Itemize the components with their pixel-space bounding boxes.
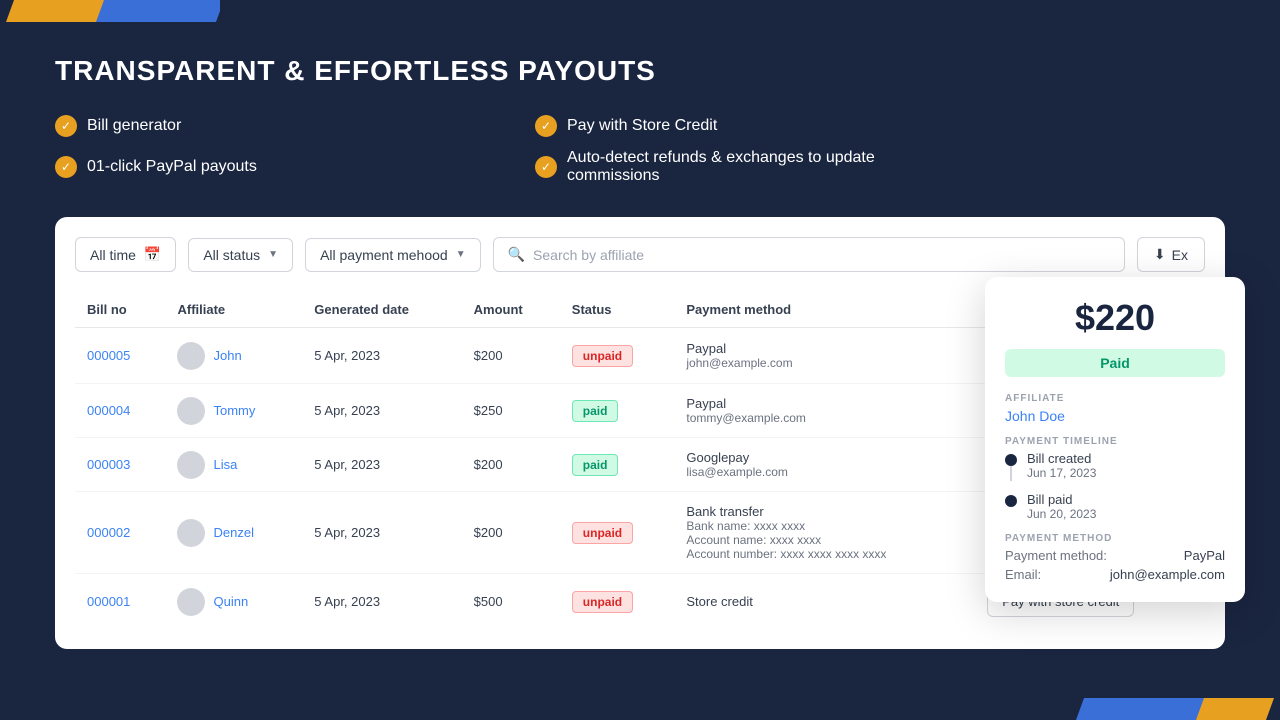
corner-decoration-bottom — [1060, 690, 1280, 720]
bill-link[interactable]: 000002 — [87, 525, 130, 540]
bill-link[interactable]: 000001 — [87, 594, 130, 609]
method-name: Paypal — [686, 396, 963, 411]
feature-paypal-payouts: ✓ 01-click PayPal payouts — [55, 149, 475, 185]
affiliate-cell: Tommy — [177, 397, 290, 425]
method-detail: john@example.com — [686, 356, 963, 370]
method-detail: lisa@example.com — [686, 465, 963, 479]
timeline-item-created: Bill created Jun 17, 2023 — [1005, 451, 1225, 492]
timeline-section-label: PAYMENT TIMELINE — [1005, 436, 1225, 447]
affiliate-section-label: AFFILIATE — [1005, 393, 1225, 404]
method-name: Store credit — [686, 594, 963, 609]
amount: $200 — [462, 438, 560, 492]
affiliate-cell: John — [177, 342, 290, 370]
detail-card: $220 Paid AFFILIATE John Doe PAYMENT TIM… — [985, 277, 1245, 602]
avatar — [177, 588, 205, 616]
payment-method-cell: Store credit — [674, 574, 975, 630]
export-button[interactable]: ⬇ Ex — [1137, 237, 1205, 272]
affiliate-name: John — [213, 348, 241, 363]
timeline-line — [1010, 466, 1012, 481]
search-wrapper: 🔍 Search by affiliate — [493, 237, 1125, 272]
payment-method-section-label: PAYMENT METHOD — [1005, 533, 1225, 544]
method-name: Bank transfer — [686, 504, 963, 519]
status-badge: unpaid — [572, 345, 633, 367]
payment-timeline: Bill created Jun 17, 2023 Bill paid Jun … — [1005, 451, 1225, 521]
search-icon: 🔍 — [508, 246, 525, 263]
feature-pay-store-credit: ✓ Pay with Store Credit — [535, 115, 955, 137]
timeline-dot-created — [1005, 454, 1017, 466]
affiliate-name: Quinn — [213, 594, 248, 609]
generated-date: 5 Apr, 2023 — [302, 574, 461, 630]
detail-status-bar: Paid — [1005, 349, 1225, 377]
method-detail: tommy@example.com — [686, 411, 963, 425]
table-card: All time 📅 All status ▼ All payment meho… — [55, 217, 1225, 649]
features-grid: ✓ Bill generator ✓ Pay with Store Credit… — [55, 115, 955, 185]
col-amount: Amount — [462, 292, 560, 328]
detail-amount: $220 — [1005, 297, 1225, 339]
detail-method-row: Payment method: PayPal — [1005, 548, 1225, 563]
avatar — [177, 519, 205, 547]
method-name: Googlepay — [686, 450, 963, 465]
affiliate-cell: Quinn — [177, 588, 290, 616]
payment-method-cell: Googlepaylisa@example.com — [674, 438, 975, 492]
date-filter-button[interactable]: All time 📅 — [75, 237, 176, 272]
status-badge: paid — [572, 400, 619, 422]
payment-method-cell: Paypaljohn@example.com — [674, 328, 975, 384]
chevron-down-icon-payment: ▼ — [456, 249, 466, 260]
avatar — [177, 397, 205, 425]
col-payment-method: Payment method — [674, 292, 975, 328]
status-badge: unpaid — [572, 591, 633, 613]
payment-method-cell: Bank transferBank name: xxxx xxxxAccount… — [674, 492, 975, 574]
amount: $200 — [462, 328, 560, 384]
payment-method-cell: Paypaltommy@example.com — [674, 384, 975, 438]
timeline-item-paid: Bill paid Jun 20, 2023 — [1005, 492, 1225, 521]
generated-date: 5 Apr, 2023 — [302, 492, 461, 574]
chevron-down-icon: ▼ — [268, 249, 278, 260]
filters-row: All time 📅 All status ▼ All payment meho… — [75, 237, 1205, 272]
check-icon-auto: ✓ — [535, 156, 557, 178]
col-bill-no: Bill no — [75, 292, 165, 328]
affiliate-name: Tommy — [213, 403, 255, 418]
timeline-dot-paid — [1005, 495, 1017, 507]
check-icon-bill: ✓ — [55, 115, 77, 137]
bill-link[interactable]: 000003 — [87, 457, 130, 472]
feature-auto-detect: ✓ Auto-detect refunds & exchanges to upd… — [535, 149, 955, 185]
method-detail: Account name: xxxx xxxx — [686, 533, 963, 547]
feature-bill-generator: ✓ Bill generator — [55, 115, 475, 137]
avatar — [177, 342, 205, 370]
check-icon-paypal: ✓ — [55, 156, 77, 178]
method-name: Paypal — [686, 341, 963, 356]
detail-affiliate-name: John Doe — [1005, 408, 1225, 424]
col-status: Status — [560, 292, 675, 328]
status-filter-button[interactable]: All status ▼ — [188, 238, 293, 272]
method-detail: Bank name: xxxx xxxx — [686, 519, 963, 533]
amount: $250 — [462, 384, 560, 438]
detail-email-row: Email: john@example.com — [1005, 567, 1225, 582]
affiliate-cell: Denzel — [177, 519, 290, 547]
bill-link[interactable]: 000004 — [87, 403, 130, 418]
payment-filter-button[interactable]: All payment mehood ▼ — [305, 238, 481, 272]
generated-date: 5 Apr, 2023 — [302, 438, 461, 492]
status-badge: paid — [572, 454, 619, 476]
col-generated-date: Generated date — [302, 292, 461, 328]
avatar — [177, 451, 205, 479]
export-icon: ⬇ — [1154, 246, 1166, 263]
affiliate-name: Lisa — [213, 457, 237, 472]
col-affiliate: Affiliate — [165, 292, 302, 328]
status-badge: unpaid — [572, 522, 633, 544]
amount: $500 — [462, 574, 560, 630]
page-title: TRANSPARENT & EFFORTLESS PAYOUTS — [55, 55, 1225, 87]
check-icon-store: ✓ — [535, 115, 557, 137]
calendar-icon: 📅 — [144, 246, 161, 263]
bill-link[interactable]: 000005 — [87, 348, 130, 363]
generated-date: 5 Apr, 2023 — [302, 384, 461, 438]
affiliate-name: Denzel — [213, 525, 253, 540]
amount: $200 — [462, 492, 560, 574]
generated-date: 5 Apr, 2023 — [302, 328, 461, 384]
affiliate-cell: Lisa — [177, 451, 290, 479]
method-detail: Account number: xxxx xxxx xxxx xxxx — [686, 547, 963, 561]
